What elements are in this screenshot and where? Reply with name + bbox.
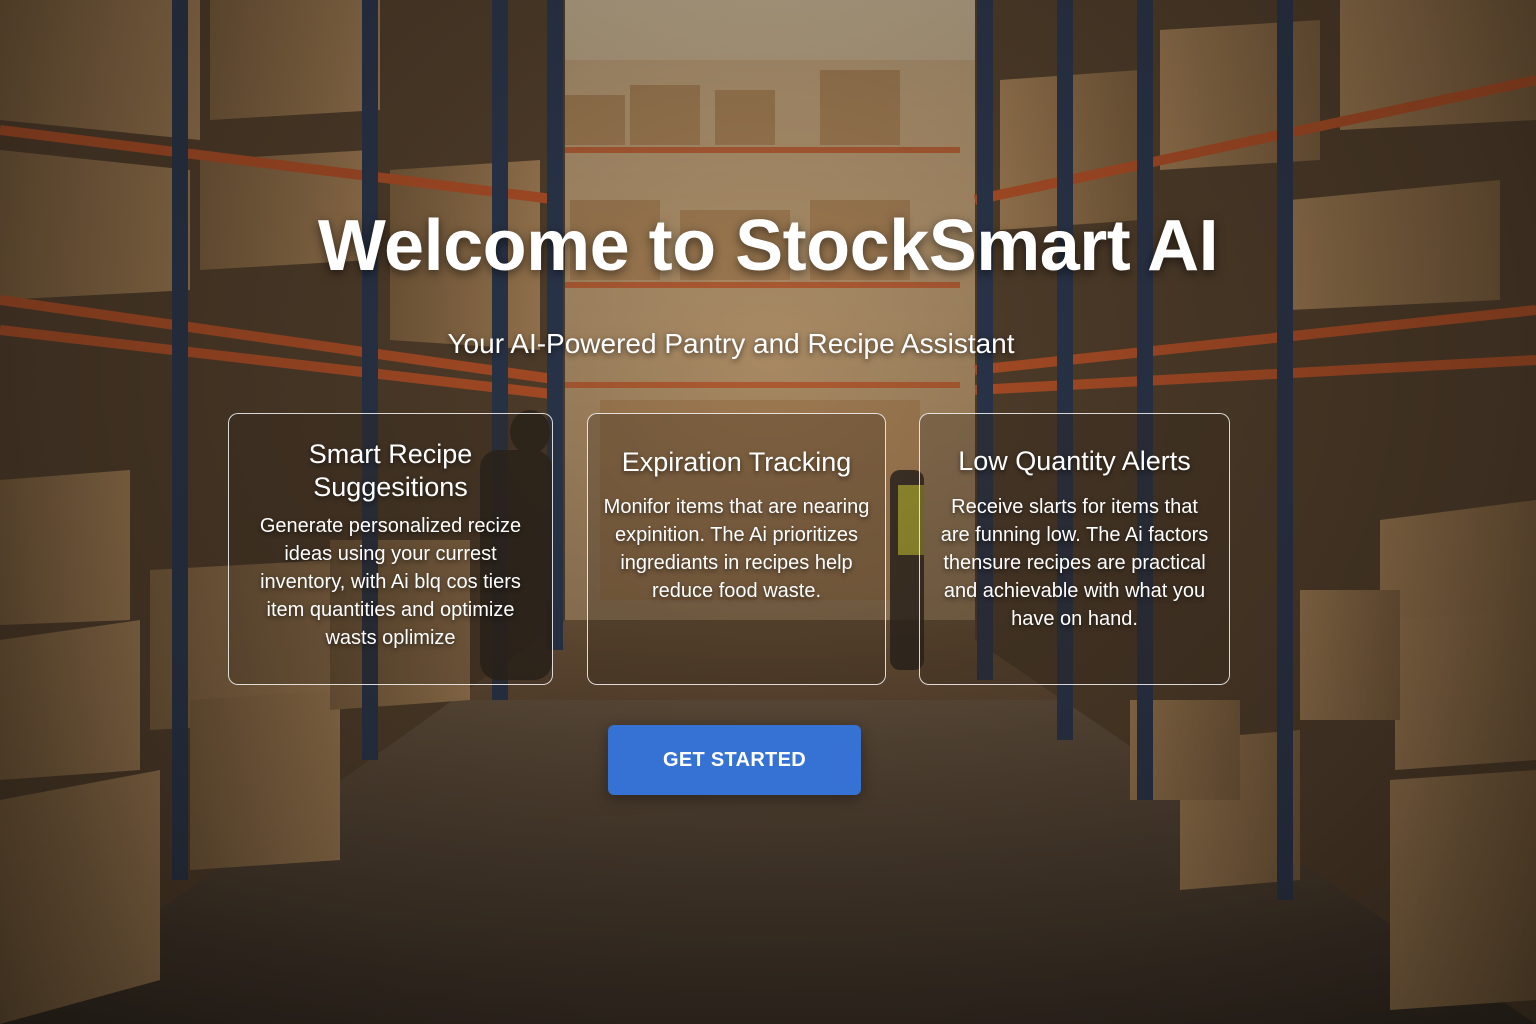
feature-card-title: Expiration Tracking xyxy=(621,447,852,477)
get-started-button[interactable]: GET STARTED xyxy=(608,725,861,795)
feature-card-description: Monifor items that are nearing expinitio… xyxy=(603,496,870,602)
page-title: Welcome to StockSmart AI xyxy=(317,206,1219,286)
feature-card-description: Generate personalized recize ideas using… xyxy=(259,515,522,649)
feature-card-smart-recipe: Smart Recipe Suggesitions Generate perso… xyxy=(228,413,553,685)
feature-card-description: Receive slarts for items that are funnin… xyxy=(940,496,1209,630)
feature-card-title: Low Quantity Alerts xyxy=(958,446,1191,476)
feature-card-expiration-tracking: Expiration Tracking Monifor items that a… xyxy=(587,413,886,685)
page-subtitle: Your AI-Powered Pantry and Recipe Assist… xyxy=(447,328,1015,359)
feature-card-low-quantity-alerts: Low Quantity Alerts Receive slarts for i… xyxy=(919,413,1230,685)
feature-card-title: Smart Recipe Suggesitions xyxy=(308,439,473,502)
